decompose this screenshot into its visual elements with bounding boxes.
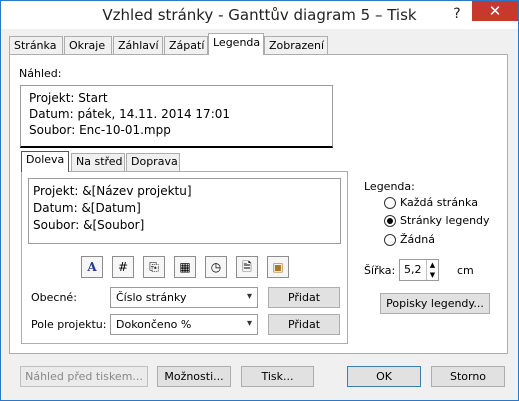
width-value: 5,2 [404, 263, 422, 276]
preview-line: Projekt: Start [29, 91, 108, 105]
general-label: Obecné: [31, 291, 77, 304]
tab-zahlavi[interactable]: Záhlaví [113, 36, 163, 55]
tab-align-left[interactable]: Doleva [21, 151, 69, 172]
insert-picture-icon[interactable]: ▣ [267, 256, 289, 278]
add-project-field-button[interactable]: Přidat [268, 314, 340, 335]
project-field-label: Pole projektu: [31, 318, 107, 331]
chevron-down-icon: ▾ [246, 291, 252, 302]
font-format-icon[interactable]: A [81, 256, 103, 278]
file-name-icon[interactable]: 🗎 [236, 256, 258, 278]
radio-label: Žádná [400, 233, 435, 246]
tab-okraje[interactable]: Okraje [64, 36, 112, 55]
page-setup-dialog: Vzhled stránky - Ganttův diagram 5 – Tis… [0, 0, 519, 401]
date-icon[interactable]: ▦ [174, 256, 196, 278]
legend-preview: Projekt: Start Datum: pátek, 14.11. 2014… [20, 85, 333, 148]
arrow-up-icon[interactable]: ▲ [427, 260, 438, 270]
radio-checked-icon [384, 215, 396, 227]
help-button[interactable]: ? [446, 3, 468, 25]
legend-label: Legenda: [364, 180, 415, 193]
spinner-arrows[interactable]: ▲ ▼ [426, 260, 438, 280]
width-spinner[interactable]: 5,2 ▲ ▼ [399, 259, 439, 281]
legend-labels-button[interactable]: Popisky legendy... [380, 293, 490, 314]
chevron-down-icon: ▾ [246, 318, 252, 329]
general-select-value: Číslo stránky [116, 291, 187, 304]
window-title: Vzhled stránky - Ganttův diagram 5 – Tis… [102, 6, 417, 24]
page-number-icon[interactable]: # [112, 256, 134, 278]
width-unit: cm [457, 264, 474, 277]
tab-legenda[interactable]: Legenda [208, 33, 264, 55]
editor-line: Projekt: &[Název projektu] [33, 184, 192, 198]
cancel-button[interactable]: Storno [431, 366, 505, 387]
tab-align-center[interactable]: Na střed [71, 153, 125, 171]
title-bar: Vzhled stránky - Ganttův diagram 5 – Tis… [1, 1, 518, 29]
radio-icon [384, 197, 396, 209]
width-label: Šířka: [364, 264, 396, 277]
close-button[interactable]: ✕ [472, 1, 518, 21]
tab-zapati[interactable]: Zápatí [164, 36, 208, 55]
radio-icon [384, 234, 396, 246]
tab-stranka[interactable]: Stránka [9, 36, 63, 55]
tab-align-right[interactable]: Doprava [126, 153, 180, 171]
legend-text-editor[interactable]: Projekt: &[Název projektu] Datum: &[Datu… [28, 178, 341, 244]
add-general-button[interactable]: Přidat [268, 287, 340, 308]
print-preview-button[interactable]: Náhled před tiskem... [20, 366, 148, 387]
preview-label: Náhled: [19, 67, 62, 80]
tab-zobrazeni[interactable]: Zobrazení [264, 36, 328, 55]
time-icon[interactable]: ◷ [205, 256, 227, 278]
print-button[interactable]: Tisk... [241, 366, 314, 387]
project-field-select-value: Dokončeno % [116, 318, 192, 331]
editor-line: Soubor: &[Soubor] [33, 218, 145, 232]
options-button[interactable]: Možnosti... [157, 366, 231, 387]
total-pages-icon[interactable]: ⎘ [143, 256, 165, 278]
general-select[interactable]: Číslo stránky ▾ [110, 287, 258, 308]
radio-label: Každá stránka [400, 196, 478, 209]
arrow-down-icon[interactable]: ▼ [427, 270, 438, 280]
radio-label: Stránky legendy [400, 214, 490, 227]
ok-button[interactable]: OK [347, 366, 421, 387]
project-field-select[interactable]: Dokončeno % ▾ [110, 314, 258, 335]
editor-line: Datum: &[Datum] [33, 201, 141, 215]
preview-line: Datum: pátek, 14.11. 2014 17:01 [29, 107, 231, 121]
preview-line: Soubor: Enc-10-01.mpp [29, 123, 171, 137]
